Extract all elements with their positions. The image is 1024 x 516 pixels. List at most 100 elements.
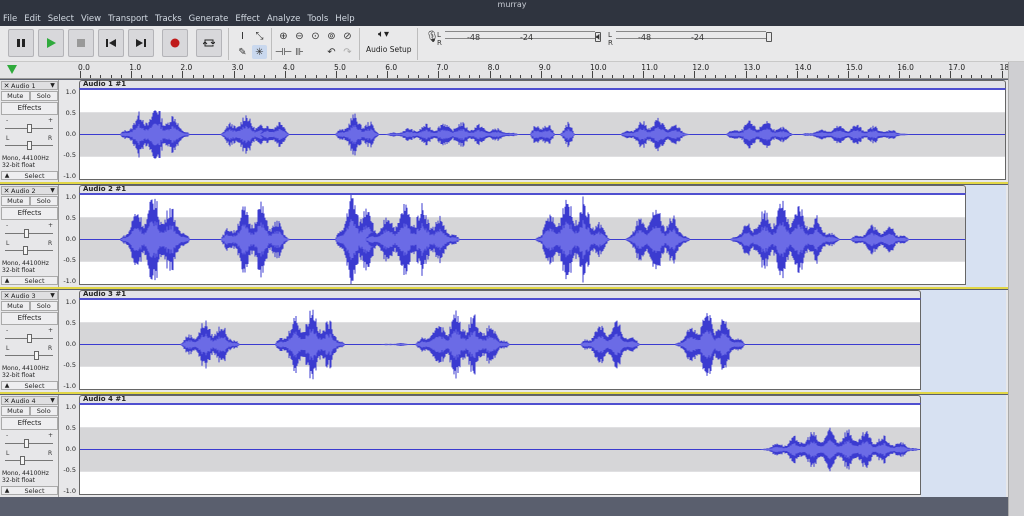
fit-project-button[interactable]: ⊚ (324, 29, 339, 43)
mute-button[interactable]: Mute (1, 91, 30, 101)
stop-button[interactable] (68, 29, 94, 57)
trim-button[interactable]: ⊣⊢ (275, 45, 292, 59)
track-name[interactable]: Audio 1 (11, 82, 48, 90)
pan-slider[interactable] (5, 250, 53, 251)
clip-title[interactable]: Audio 3 #1 (79, 290, 921, 298)
gain-slider-thumb[interactable] (24, 229, 29, 238)
pan-slider-thumb[interactable] (20, 456, 25, 465)
close-icon[interactable]: ✕ (2, 292, 11, 300)
solo-button[interactable]: Solo (29, 91, 58, 101)
gain-slider[interactable] (5, 443, 53, 444)
pan-slider[interactable] (5, 460, 53, 461)
envelope-tool[interactable]: ⤡ (252, 29, 267, 43)
silence-button[interactable]: ⊪ (292, 45, 307, 59)
zoom-in-button[interactable]: ⊕ (276, 29, 291, 43)
solo-button[interactable]: Solo (29, 196, 58, 206)
empty-track-area[interactable] (966, 185, 1006, 287)
waveform[interactable] (79, 403, 921, 495)
select-button[interactable]: Select (12, 277, 57, 285)
waveform[interactable] (79, 193, 966, 285)
pause-button[interactable] (8, 29, 34, 57)
record-button[interactable] (162, 29, 188, 57)
close-icon[interactable]: ✕ (2, 82, 11, 90)
effects-button[interactable]: Effects (1, 102, 58, 115)
pan-slider-thumb[interactable] (23, 246, 28, 255)
collapse-icon[interactable]: ▲ (2, 487, 12, 494)
waveform[interactable] (79, 88, 1006, 180)
menu-select[interactable]: Select (48, 14, 74, 24)
select-button[interactable]: Select (12, 382, 57, 390)
zoom-out-button[interactable]: ⊖ (292, 29, 307, 43)
recording-meter[interactable]: LR -48 -24 (437, 29, 603, 59)
close-icon[interactable]: ✕ (2, 397, 11, 405)
solo-button[interactable]: Solo (29, 301, 58, 311)
waveform[interactable] (79, 298, 921, 390)
audio-setup-button[interactable]: 🔈︎▾ Audio Setup (362, 29, 414, 59)
select-button[interactable]: Select (12, 487, 57, 495)
track-name[interactable]: Audio 2 (11, 187, 48, 195)
menu-view[interactable]: View (81, 14, 101, 24)
audio-clip[interactable]: Audio 4 #1 (79, 395, 921, 497)
menu-analyze[interactable]: Analyze (267, 14, 301, 24)
close-icon[interactable]: ✕ (2, 187, 11, 195)
play-head-icon[interactable] (7, 65, 17, 74)
mute-button[interactable]: Mute (1, 301, 30, 311)
speaker-meter-icon[interactable]: 🔈︎ (596, 30, 603, 44)
dropdown-icon[interactable]: ▼ (48, 292, 57, 299)
menu-transport[interactable]: Transport (108, 14, 148, 24)
menu-generate[interactable]: Generate (189, 14, 229, 24)
gain-slider-thumb[interactable] (27, 124, 32, 133)
collapse-icon[interactable]: ▲ (2, 382, 12, 389)
dropdown-icon[interactable]: ▼ (48, 82, 57, 89)
selection-tool[interactable]: I (235, 29, 250, 43)
amplitude-label: 1.0 (65, 298, 76, 306)
zoom-toggle-button[interactable]: ⊘ (340, 29, 355, 43)
gain-slider-thumb[interactable] (24, 439, 29, 448)
solo-button[interactable]: Solo (29, 406, 58, 416)
play-button[interactable] (38, 29, 64, 57)
skip-end-button[interactable] (128, 29, 154, 57)
mute-button[interactable]: Mute (1, 196, 30, 206)
redo-button[interactable]: ↷ (340, 45, 355, 59)
menu-effect[interactable]: Effect (235, 14, 259, 24)
pan-slider-thumb[interactable] (27, 141, 32, 150)
gain-slider[interactable] (5, 233, 53, 234)
skip-start-button[interactable] (98, 29, 124, 57)
audio-clip[interactable]: Audio 1 #1 (79, 80, 1006, 182)
collapse-icon[interactable]: ▲ (2, 277, 12, 284)
audio-clip[interactable]: Audio 2 #1 (79, 185, 966, 287)
timeline-ruler[interactable]: 0.0 1.0 2.0 3.0 4.0 5.0 6.0 7.0 8.0 9.0 10.0 11.0 12… (0, 62, 1024, 79)
track-name[interactable]: Audio 4 (11, 397, 48, 405)
empty-track-area[interactable] (921, 290, 1006, 392)
empty-track-area[interactable] (921, 395, 1006, 497)
playback-meter[interactable]: LR -48 -24 (608, 29, 774, 59)
loop-button[interactable] (196, 29, 222, 57)
collapse-icon[interactable]: ▲ (2, 172, 12, 179)
effects-button[interactable]: Effects (1, 312, 58, 325)
effects-button[interactable]: Effects (1, 417, 58, 430)
gain-slider-thumb[interactable] (27, 334, 32, 343)
clip-title[interactable]: Audio 2 #1 (79, 185, 966, 193)
pan-slider[interactable] (5, 355, 53, 356)
menu-tools[interactable]: Tools (307, 14, 328, 24)
vertical-scrollbar[interactable] (1008, 62, 1024, 516)
mute-button[interactable]: Mute (1, 406, 30, 416)
undo-button[interactable]: ↶ (324, 45, 339, 59)
select-button[interactable]: Select (12, 172, 57, 180)
dropdown-icon[interactable]: ▼ (48, 187, 57, 194)
clip-title[interactable]: Audio 1 #1 (79, 80, 1006, 88)
menu-help[interactable]: Help (335, 14, 354, 24)
clip-title[interactable]: Audio 4 #1 (79, 395, 921, 403)
audio-clip[interactable]: Audio 3 #1 (79, 290, 921, 392)
menu-file[interactable]: File (3, 14, 17, 24)
fit-selection-button[interactable]: ⊙ (308, 29, 323, 43)
dropdown-icon[interactable]: ▼ (48, 397, 57, 404)
effects-button[interactable]: Effects (1, 207, 58, 220)
menu-edit[interactable]: Edit (24, 14, 40, 24)
track-name[interactable]: Audio 3 (11, 292, 48, 300)
pan-slider-thumb[interactable] (34, 351, 39, 360)
menu-tracks[interactable]: Tracks (155, 14, 182, 24)
ruler-tick (766, 75, 768, 78)
draw-tool[interactable]: ✎ (235, 45, 250, 59)
multi-tool[interactable]: ✳ (252, 45, 267, 59)
